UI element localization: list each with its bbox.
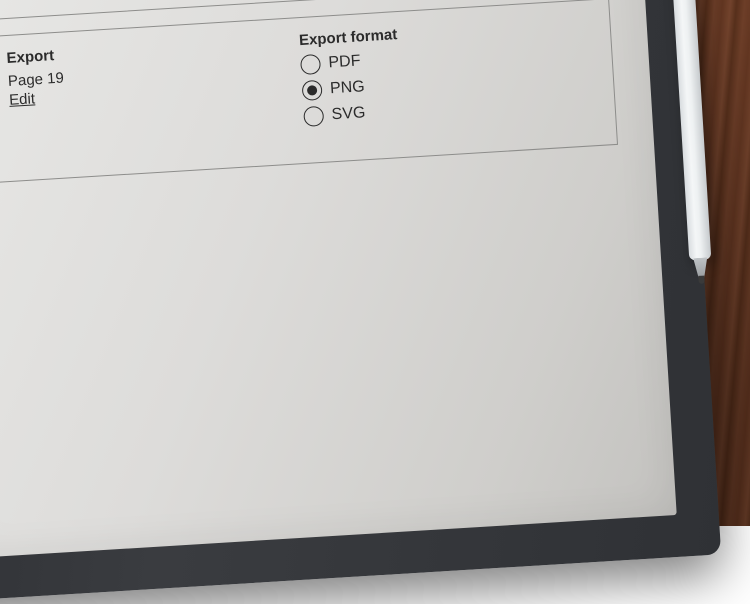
- radio-label: PNG: [330, 78, 366, 98]
- radio-icon: [303, 106, 324, 127]
- export-panel: Export Page 19 Edit Export format PDF: [0, 0, 618, 183]
- radio-icon: [300, 54, 321, 75]
- radio-label: PDF: [328, 52, 361, 72]
- export-format-radio-group: PDF PNG SVG: [300, 37, 597, 127]
- export-edit-link[interactable]: Edit: [9, 90, 36, 109]
- radio-icon: [302, 80, 323, 101]
- radio-label: SVG: [331, 104, 366, 124]
